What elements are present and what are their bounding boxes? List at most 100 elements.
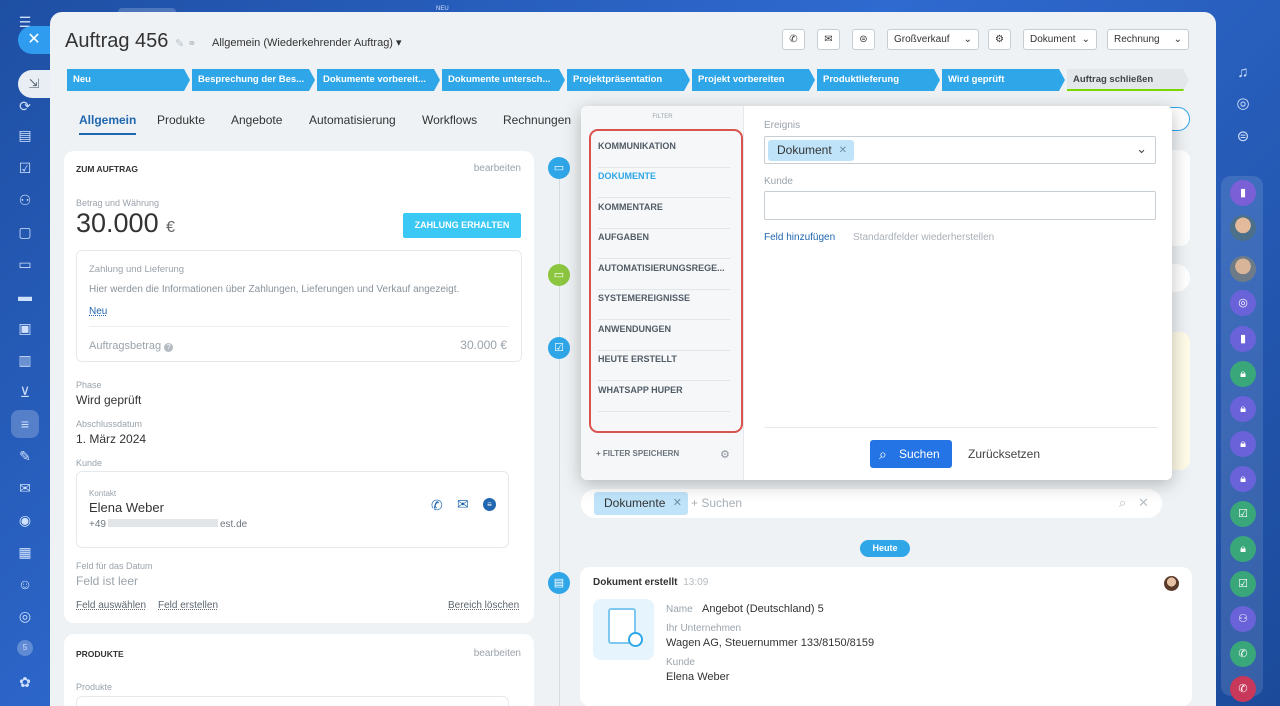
stage-item[interactable]: Projekt vorbereiten: [692, 69, 815, 91]
bell-icon[interactable]: ♫: [1230, 60, 1256, 86]
select-field-link[interactable]: Feld auswählen: [76, 600, 146, 611]
search-icon[interactable]: ⌕: [1119, 495, 1126, 511]
chevron-down-icon[interactable]: ⌄: [1136, 141, 1147, 157]
phone-icon[interactable]: ✆: [1230, 641, 1256, 667]
tab-automatisierung[interactable]: Automatisierung: [309, 113, 396, 127]
screen-icon[interactable]: ▣: [17, 320, 33, 336]
restore-fields-link[interactable]: Standardfelder wiederherstellen: [853, 232, 994, 243]
card-icon[interactable]: ▬: [17, 288, 33, 304]
client-filter-input[interactable]: [764, 191, 1156, 220]
task-check-icon[interactable]: ☑: [1230, 571, 1256, 597]
task-check-icon[interactable]: ☑: [1230, 501, 1256, 527]
search-placeholder[interactable]: + Suchen: [691, 496, 742, 510]
mail-icon[interactable]: ✉: [17, 480, 33, 496]
stage-item[interactable]: Neu: [67, 69, 190, 91]
client-label: Kunde: [666, 657, 695, 668]
event-chip: Dokument ✕: [768, 140, 854, 161]
cart-icon[interactable]: ⊻: [17, 384, 33, 400]
tab-produkte[interactable]: Produkte: [157, 113, 205, 127]
tab-workflows[interactable]: Workflows: [422, 113, 477, 127]
refresh-icon[interactable]: ⟳: [17, 98, 33, 114]
stage-item[interactable]: Wird geprüft: [942, 69, 1065, 91]
task-check-icon: ☑: [548, 337, 570, 359]
tab-allgemein[interactable]: Allgemein: [79, 113, 137, 135]
calendar-icon[interactable]: ▦: [17, 544, 33, 560]
timeline-search-bar[interactable]: Dokumente ✕ + Suchen ⌕ ✕: [581, 489, 1162, 518]
delete-section-link[interactable]: Bereich löschen: [448, 600, 519, 611]
chat-avatar-5[interactable]: ▮: [1230, 326, 1256, 352]
search-button[interactable]: ⌕ Suchen: [870, 440, 952, 468]
group-icon[interactable]: ⚇: [1230, 606, 1256, 632]
sales-type-dropdown[interactable]: Großverkauf ⌄: [887, 29, 979, 50]
contact-email[interactable]: est.de: [220, 519, 247, 530]
lock-icon[interactable]: 🔒︎: [1230, 361, 1256, 387]
edit-link-icons[interactable]: ✎ ⚭: [175, 37, 197, 50]
stage-item[interactable]: Dokumente untersch...: [442, 69, 565, 91]
chat-avatar-3[interactable]: [1230, 256, 1256, 282]
close-icon[interactable]: ✕: [839, 140, 847, 161]
contacts-icon[interactable]: ⚇: [17, 192, 33, 208]
phone-missed-icon[interactable]: ✆: [1230, 676, 1256, 702]
back-button[interactable]: ⇲: [18, 70, 50, 98]
contact-name[interactable]: Elena Weber: [89, 500, 164, 515]
reset-button[interactable]: Zurücksetzen: [968, 447, 1040, 461]
create-field-link[interactable]: Feld erstellen: [158, 600, 218, 611]
client-value[interactable]: Elena Weber: [666, 671, 729, 683]
bot-icon[interactable]: ☺: [17, 576, 33, 592]
contact-phone[interactable]: +49: [89, 519, 106, 530]
email-button[interactable]: ✉: [817, 29, 840, 50]
add-field-link[interactable]: Feld hinzufügen: [764, 232, 835, 243]
pipeline-selector[interactable]: Allgemein (Wiederkehrender Auftrag) ▾: [212, 36, 402, 49]
tab-angebote[interactable]: Angebote: [231, 113, 282, 127]
settings-button[interactable]: ⚙: [988, 29, 1011, 50]
lock-icon[interactable]: 🔒︎: [1230, 396, 1256, 422]
author-avatar[interactable]: [1164, 576, 1179, 591]
phone-icon[interactable]: ✆: [431, 497, 443, 514]
chat-icon[interactable]: ≡: [483, 498, 496, 511]
tab-rechnungen[interactable]: Rechnungen: [503, 113, 571, 127]
lock-icon[interactable]: 🔒︎: [1230, 431, 1256, 457]
document-thumbnail[interactable]: [593, 599, 654, 660]
chat-icon[interactable]: ▭: [17, 256, 33, 272]
call-button[interactable]: ✆: [782, 29, 805, 50]
task-icon[interactable]: ☑: [17, 160, 33, 176]
document-dropdown[interactable]: Dokument ⌄: [1023, 29, 1097, 50]
edit-link[interactable]: bearbeiten: [474, 648, 521, 659]
lock-icon[interactable]: 🔒︎: [1230, 466, 1256, 492]
stage-item[interactable]: Produktlieferung: [817, 69, 940, 91]
edit-link[interactable]: bearbeiten: [474, 163, 521, 174]
chat-avatar-1[interactable]: ▮: [1230, 180, 1256, 206]
broadcast-icon[interactable]: ◎: [1230, 91, 1256, 117]
target-icon[interactable]: ◎: [17, 608, 33, 624]
chat-button[interactable]: ⊜: [852, 29, 875, 50]
chart-icon[interactable]: ▥: [17, 352, 33, 368]
edit-icon[interactable]: ✎: [17, 448, 33, 464]
comment-icon: ▭: [548, 157, 570, 179]
filter-icon[interactable]: ≡: [11, 410, 39, 438]
stage-item[interactable]: Besprechung der Bes...: [192, 69, 315, 91]
stage-item-close[interactable]: Auftrag schließen: [1067, 69, 1189, 91]
file-icon[interactable]: ▢: [17, 224, 33, 240]
mail-icon[interactable]: ✉: [457, 496, 469, 513]
counter-badge[interactable]: 5: [17, 640, 33, 656]
close-icon[interactable]: ✕: [1138, 495, 1149, 511]
name-value[interactable]: Angebot (Deutschland) 5: [702, 603, 824, 615]
settings-icon[interactable]: ✿: [17, 674, 33, 690]
document-icon[interactable]: ▤: [17, 127, 33, 143]
gear-icon[interactable]: ⚙: [720, 448, 730, 461]
event-select[interactable]: Dokument ✕ ⌄: [764, 136, 1156, 164]
lock-icon[interactable]: 🔒︎: [1230, 536, 1256, 562]
invoice-dropdown[interactable]: Rechnung ⌄: [1107, 29, 1189, 50]
chat-avatar-2[interactable]: [1230, 215, 1256, 241]
stage-item[interactable]: Dokumente vorbereit...: [317, 69, 440, 91]
payment-received-button[interactable]: ZAHLUNG ERHALTEN: [403, 213, 521, 238]
search-chat-icon[interactable]: ⊜: [1230, 124, 1256, 150]
chat-avatar-4[interactable]: ◎: [1230, 290, 1256, 316]
close-icon[interactable]: ✕: [673, 492, 682, 515]
payment-new-link[interactable]: Neu: [89, 306, 107, 317]
save-filter-button[interactable]: + FILTER SPEICHERN: [596, 449, 679, 458]
close-slider-button[interactable]: ✕: [18, 26, 50, 54]
camera-icon[interactable]: ◉: [17, 512, 33, 528]
stage-item[interactable]: Projektpräsentation: [567, 69, 690, 91]
help-icon[interactable]: ?: [164, 343, 174, 352]
